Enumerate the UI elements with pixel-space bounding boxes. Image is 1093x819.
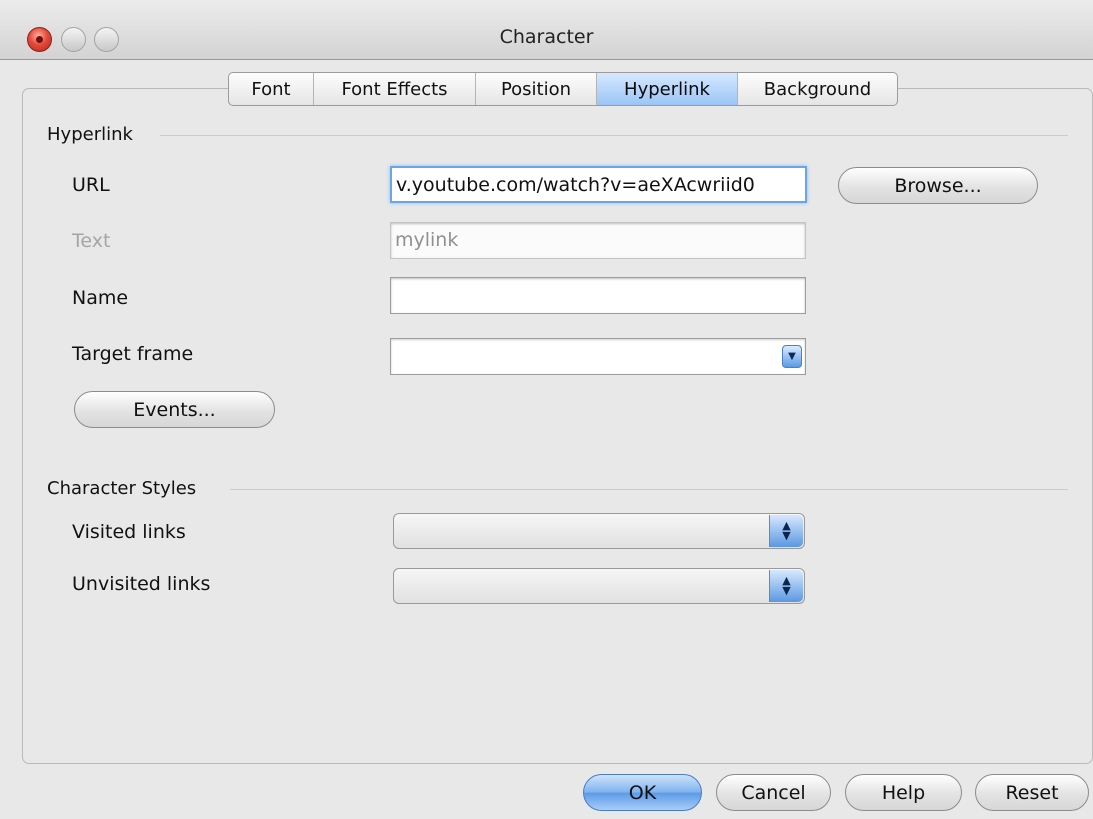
text-label: Text: [72, 230, 111, 252]
target-frame-label: Target frame: [72, 343, 194, 365]
text-input: mylink: [390, 222, 806, 259]
visited-links-select[interactable]: ▲ ▼: [393, 513, 805, 549]
hyperlink-section-title: Hyperlink: [47, 124, 145, 145]
target-frame-select[interactable]: ▼: [390, 338, 806, 375]
character-styles-section-rule: [230, 489, 1068, 490]
tab-font[interactable]: Font: [229, 73, 313, 105]
title-bar: Character: [0, 0, 1093, 60]
window-title: Character: [499, 26, 594, 48]
character-styles-section-title: Character Styles: [47, 478, 209, 499]
browse-button[interactable]: Browse...: [838, 167, 1038, 204]
tab-font-effects[interactable]: Font Effects: [313, 73, 475, 105]
reset-button[interactable]: Reset: [975, 774, 1089, 811]
tab-background[interactable]: Background: [737, 73, 897, 105]
visited-links-label: Visited links: [72, 521, 186, 543]
help-button[interactable]: Help: [845, 774, 962, 811]
tab-bar: Font Font Effects Position Hyperlink Bac…: [228, 72, 898, 106]
unvisited-links-label: Unvisited links: [72, 573, 211, 595]
events-button[interactable]: Events...: [74, 391, 275, 428]
tab-position[interactable]: Position: [475, 73, 596, 105]
ok-button[interactable]: OK: [583, 774, 702, 811]
cancel-button[interactable]: Cancel: [716, 774, 831, 811]
url-input[interactable]: v.youtube.com/watch?v=aeXAcwriid0: [390, 166, 807, 203]
tab-hyperlink[interactable]: Hyperlink: [596, 73, 737, 105]
chevron-down-icon[interactable]: ▼: [782, 345, 802, 368]
name-label: Name: [72, 287, 129, 309]
name-input[interactable]: [390, 277, 806, 314]
unvisited-links-select[interactable]: ▲ ▼: [393, 568, 805, 604]
url-label: URL: [72, 174, 110, 196]
up-down-arrows-icon[interactable]: ▲ ▼: [769, 570, 803, 602]
hyperlink-section-rule: [160, 135, 1068, 136]
up-down-arrows-icon[interactable]: ▲ ▼: [769, 515, 803, 547]
